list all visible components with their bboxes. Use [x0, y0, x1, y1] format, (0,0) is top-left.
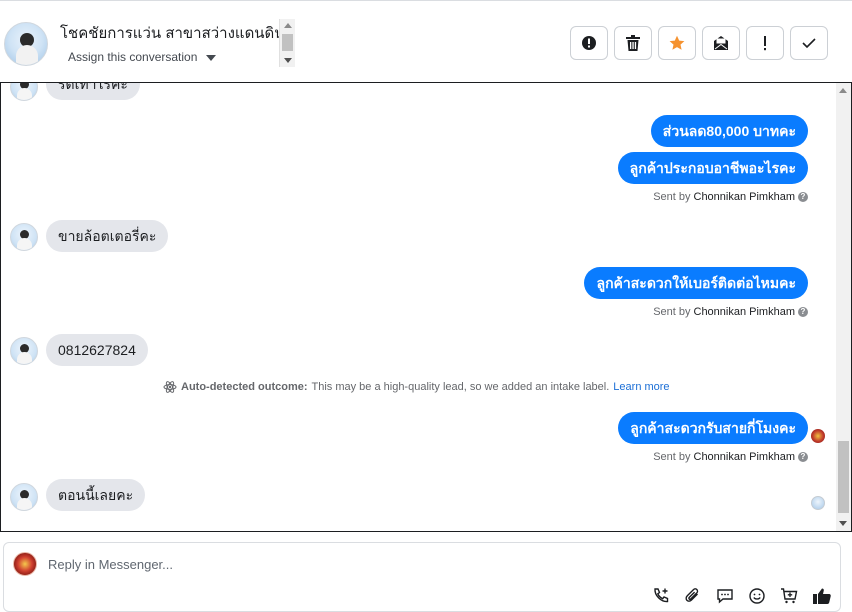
help-icon[interactable]: ?	[798, 452, 808, 462]
outgoing-message: ลูกค้าสะดวกรับสายกี่โมงคะ	[618, 412, 808, 444]
outgoing-message: ส่วนลด80,000 บาทคะ	[650, 115, 808, 147]
incoming-message: 0812627824	[46, 334, 148, 366]
caret-down-icon	[206, 55, 217, 61]
saved-reply-icon[interactable]	[716, 587, 734, 610]
alert-circle-icon	[582, 36, 596, 50]
check-icon	[802, 38, 816, 49]
follow-up-button[interactable]	[746, 26, 784, 60]
contact-avatar	[10, 337, 38, 365]
sent-by-label: Sent by Chonnikan Pimkham ?	[653, 191, 808, 203]
mark-spam-button[interactable]	[570, 26, 608, 60]
mark-unread-button[interactable]	[702, 26, 740, 60]
contact-avatar[interactable]	[4, 22, 48, 66]
sender-name[interactable]: Chonnikan Pimkham	[694, 451, 796, 463]
add-to-cart-icon[interactable]	[780, 587, 798, 610]
envelope-icon	[714, 36, 728, 50]
thread-scrollbar[interactable]	[836, 83, 851, 531]
seen-avatar-icon	[811, 496, 825, 510]
read-receipt-icon	[811, 429, 825, 443]
incoming-message: ตอนนี้เลยคะ	[46, 479, 146, 511]
reply-input[interactable]: Reply in Messenger...	[48, 557, 173, 572]
incoming-message: ร้ดเท่าไรคะ	[46, 83, 140, 100]
sender-name[interactable]: Chonnikan Pimkham	[694, 191, 796, 203]
trash-icon	[626, 35, 640, 51]
contact-avatar	[10, 223, 38, 251]
sender-name[interactable]: Chonnikan Pimkham	[694, 306, 796, 318]
assign-conversation-dropdown[interactable]: Assign this conversation	[68, 50, 217, 64]
conversation-actions	[570, 26, 828, 60]
conversation-header: โชคชัยการแว่น สาขาสว่างแดนดิน Assign thi…	[0, 0, 852, 80]
header-name-scrollbar[interactable]	[279, 19, 295, 67]
reply-composer[interactable]: Reply in Messenger...	[3, 542, 841, 612]
incoming-message: ขายล้อตเตอรี่คะ	[46, 220, 169, 252]
delete-button[interactable]	[614, 26, 652, 60]
sent-by-label: Sent by Chonnikan Pimkham ?	[653, 306, 808, 318]
atom-icon	[163, 381, 177, 393]
assign-label: Assign this conversation	[68, 50, 198, 64]
star-button[interactable]	[658, 26, 696, 60]
emoji-icon[interactable]	[748, 587, 766, 610]
sent-by-label: Sent by Chonnikan Pimkham ?	[653, 451, 808, 463]
scroll-thumb[interactable]	[282, 34, 293, 51]
attachment-icon[interactable]	[684, 587, 702, 610]
contact-name[interactable]: โชคชัยการแว่น สาขาสว่างแดนดิน	[60, 21, 285, 45]
auto-detected-outcome-note: Auto-detected outcome: This may be a hig…	[163, 380, 670, 394]
outgoing-message: ลูกค้าประกอบอาชีพอะไรคะ	[617, 152, 808, 184]
scroll-up-icon[interactable]	[839, 88, 847, 93]
help-icon[interactable]: ?	[798, 307, 808, 317]
learn-more-link[interactable]: Learn more	[613, 381, 669, 393]
contact-avatar	[10, 483, 38, 511]
scroll-down-icon[interactable]	[839, 521, 847, 526]
composer-toolbar	[652, 587, 832, 610]
scroll-up-icon[interactable]	[284, 23, 292, 28]
star-icon	[669, 35, 685, 50]
add-call-icon[interactable]	[652, 587, 670, 610]
scroll-thumb[interactable]	[838, 441, 849, 513]
contact-avatar	[10, 83, 38, 101]
scroll-down-icon[interactable]	[284, 58, 292, 63]
mark-done-button[interactable]	[790, 26, 828, 60]
thumbs-up-icon[interactable]	[812, 587, 832, 610]
outgoing-message: ลูกค้าสะดวกให้เบอร์ติดต่อไหมคะ	[584, 267, 808, 299]
page-avatar	[13, 552, 37, 576]
exclamation-icon	[764, 36, 766, 51]
message-thread[interactable]: ร้ดเท่าไรคะ ส่วนลด80,000 บาทคะ ลูกค้าประ…	[0, 82, 852, 532]
help-icon[interactable]: ?	[798, 192, 808, 202]
